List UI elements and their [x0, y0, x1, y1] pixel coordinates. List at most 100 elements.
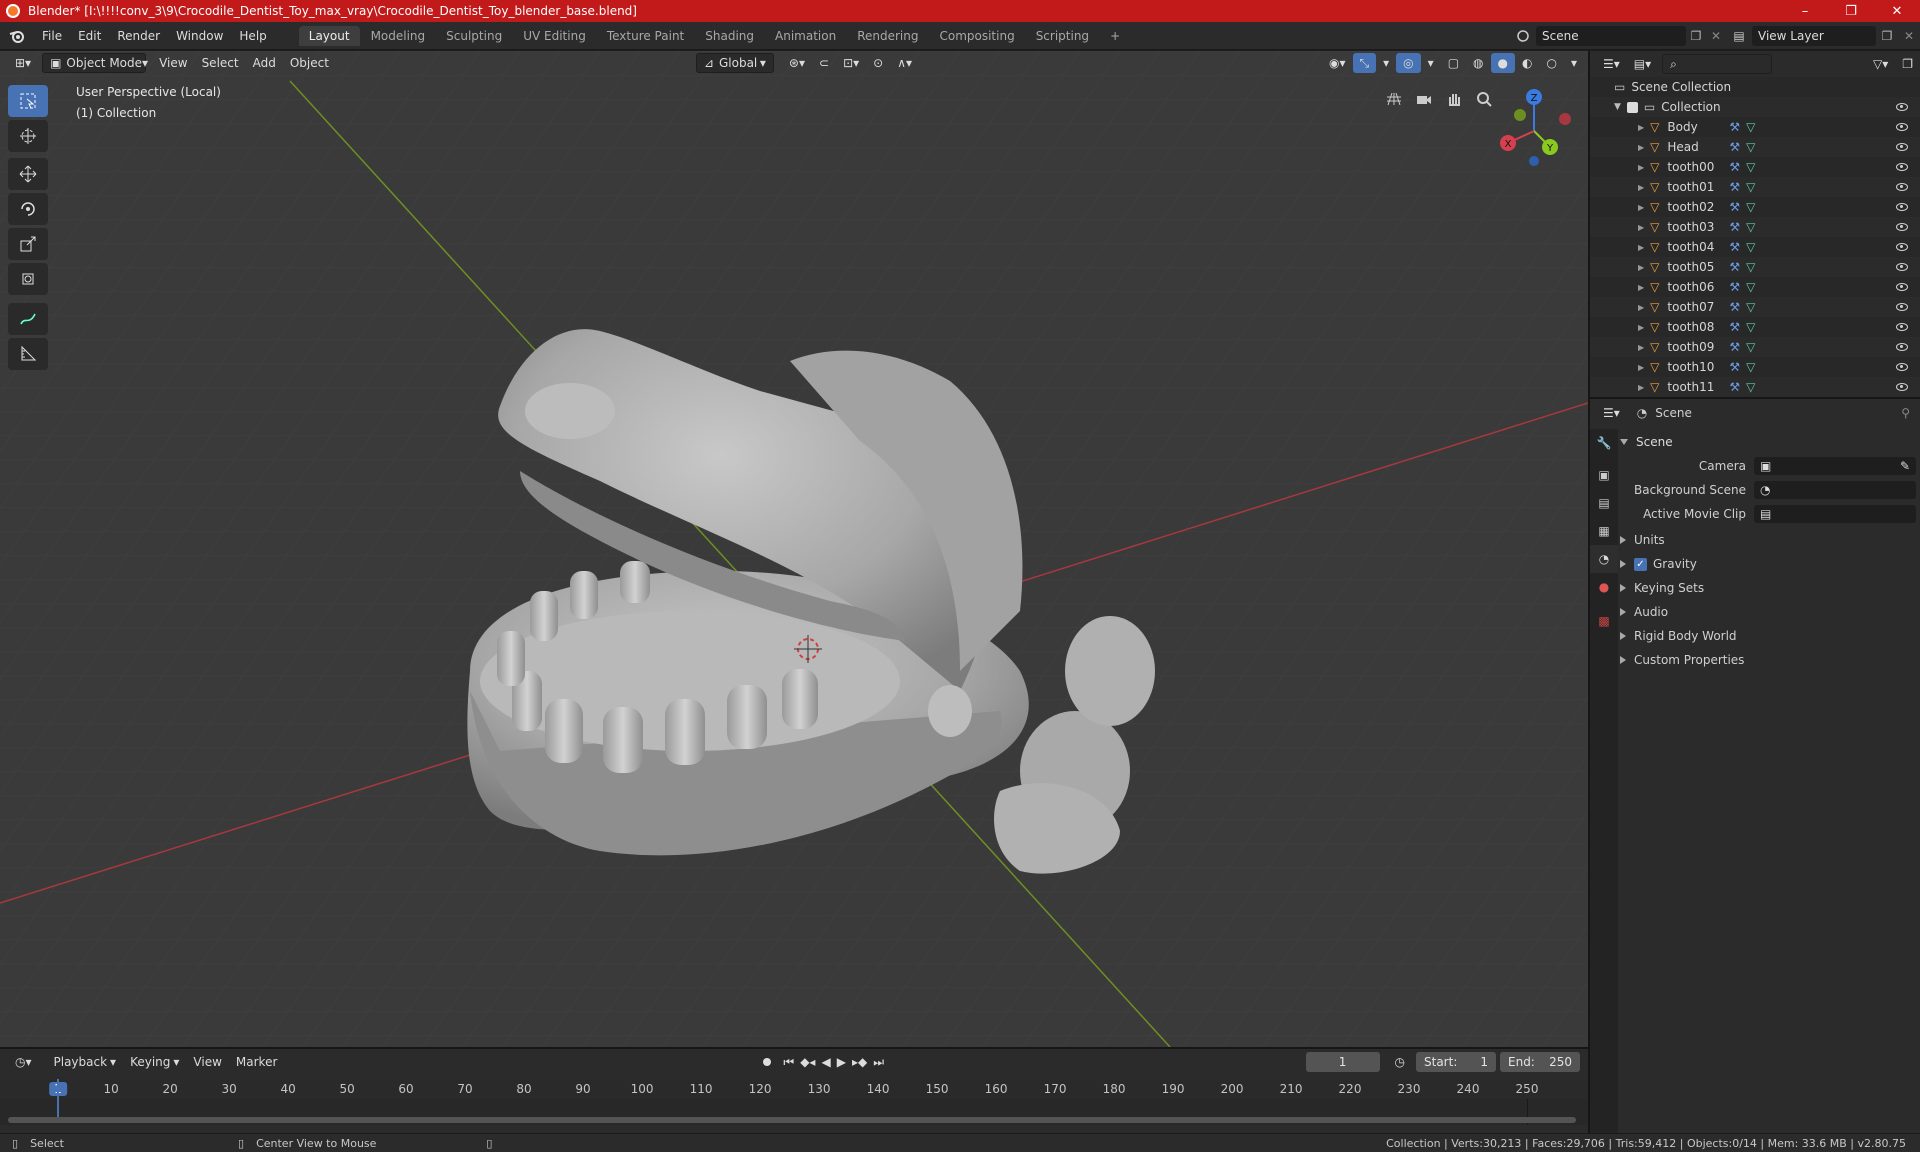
proportional-editing-icon[interactable]: ⊙: [866, 53, 890, 73]
tab-layout[interactable]: Layout: [298, 25, 360, 46]
expand-arrow-icon[interactable]: ▶: [1638, 223, 1644, 232]
start-frame-field[interactable]: Start: 1: [1416, 1052, 1496, 1072]
subpanel-keying-sets[interactable]: Keying Sets: [1620, 577, 1920, 599]
subpanel-audio[interactable]: Audio: [1620, 601, 1920, 623]
gizmo-dropdown-icon[interactable]: ▾: [1376, 53, 1396, 73]
viewport-menu-object[interactable]: Object: [283, 53, 336, 73]
new-scene-icon[interactable]: ❐: [1686, 29, 1706, 43]
rotate-tool-icon[interactable]: [8, 193, 48, 225]
outliner-item-tooth02[interactable]: ▶ ▽ tooth02 ⚒ ▽: [1590, 197, 1920, 217]
shading-dropdown-icon[interactable]: ▾: [1564, 53, 1584, 73]
eye-icon[interactable]: [1896, 243, 1908, 251]
outliner-item-head[interactable]: ▶ ▽ Head ⚒ ▽: [1590, 137, 1920, 157]
properties-editor-type-icon[interactable]: ☰▾: [1596, 403, 1627, 423]
viewport-menu-select[interactable]: Select: [195, 53, 246, 73]
pivot-point-icon[interactable]: ⊛▾: [782, 53, 812, 73]
viewport-menu-view[interactable]: View: [152, 53, 194, 73]
outliner-item-tooth07[interactable]: ▶ ▽ tooth07 ⚒ ▽: [1590, 297, 1920, 317]
navigation-gizmo[interactable]: Z Y X: [1494, 87, 1574, 167]
mesh-data-icon[interactable]: ▽: [1746, 140, 1755, 154]
overlays-dropdown-icon[interactable]: ▾: [1421, 53, 1441, 73]
timeline-body[interactable]: [0, 1079, 1588, 1125]
timeline-menu-marker[interactable]: Marker: [229, 1052, 284, 1072]
subpanel-gravity[interactable]: ✓ Gravity: [1620, 553, 1920, 575]
outliner-item-tooth06[interactable]: ▶ ▽ tooth06 ⚒ ▽: [1590, 277, 1920, 297]
expand-arrow-icon[interactable]: ▶: [1638, 123, 1644, 132]
menu-render[interactable]: Render: [109, 22, 168, 50]
menu-edit[interactable]: Edit: [70, 22, 109, 50]
editor-type-icon[interactable]: ⊞▾: [8, 53, 38, 73]
blender-menu-icon[interactable]: [8, 27, 26, 45]
expand-arrow-icon[interactable]: ▶: [1638, 303, 1644, 312]
mesh-data-icon[interactable]: ▽: [1746, 360, 1755, 374]
menu-file[interactable]: File: [34, 22, 70, 50]
remove-view-layer-icon[interactable]: ✕: [1898, 29, 1920, 43]
subpanel-units[interactable]: Units: [1620, 529, 1920, 551]
expand-arrow-icon[interactable]: ▶: [1638, 163, 1644, 172]
snap-target-icon[interactable]: ⊡▾: [836, 53, 866, 73]
scale-tool-icon[interactable]: [8, 228, 48, 260]
menu-help[interactable]: Help: [231, 22, 274, 50]
mesh-data-icon[interactable]: ▽: [1746, 300, 1755, 314]
expand-arrow-icon[interactable]: ▶: [1638, 243, 1644, 252]
mesh-data-icon[interactable]: ▽: [1746, 260, 1755, 274]
modifier-wrench-icon[interactable]: ⚒: [1729, 140, 1740, 154]
prev-keyframe-icon[interactable]: ◆◂: [797, 1052, 818, 1072]
modifier-wrench-icon[interactable]: ⚒: [1729, 280, 1740, 294]
eye-icon[interactable]: [1896, 223, 1908, 231]
mesh-data-icon[interactable]: ▽: [1746, 240, 1755, 254]
neg-x-axis-icon[interactable]: [1559, 113, 1571, 125]
tab-shading[interactable]: Shading: [695, 26, 764, 46]
new-collection-icon[interactable]: ❐: [1895, 54, 1920, 74]
outliner-item-tooth08[interactable]: ▶ ▽ tooth08 ⚒ ▽: [1590, 317, 1920, 337]
remove-scene-icon[interactable]: ✕: [1706, 29, 1726, 43]
eye-icon[interactable]: [1896, 303, 1908, 311]
outliner-item-tooth00[interactable]: ▶ ▽ tooth00 ⚒ ▽: [1590, 157, 1920, 177]
modifier-wrench-icon[interactable]: ⚒: [1729, 180, 1740, 194]
timeline-editor-type-icon[interactable]: ◷▾: [8, 1052, 39, 1072]
gizmo-toggle-icon[interactable]: ⤡: [1352, 53, 1377, 73]
mesh-data-icon[interactable]: ▽: [1746, 120, 1755, 134]
outliner-item-tooth05[interactable]: ▶ ▽ tooth05 ⚒ ▽: [1590, 257, 1920, 277]
tab-texture-paint[interactable]: Texture Paint: [597, 26, 694, 46]
tab-animation[interactable]: Animation: [765, 26, 846, 46]
visibility-icon[interactable]: ◉▾: [1322, 53, 1353, 73]
timeline-scrollbar[interactable]: [8, 1117, 1576, 1123]
outliner-item-tooth03[interactable]: ▶ ▽ tooth03 ⚒ ▽: [1590, 217, 1920, 237]
eye-icon[interactable]: [1896, 103, 1908, 111]
outliner-item-tooth04[interactable]: ▶ ▽ tooth04 ⚒ ▽: [1590, 237, 1920, 257]
eyedropper-icon[interactable]: ✎: [1900, 459, 1910, 473]
next-keyframe-icon[interactable]: ▸◆: [849, 1052, 870, 1072]
expand-arrow-icon[interactable]: ▶: [1638, 143, 1644, 152]
play-icon[interactable]: ▶: [834, 1052, 849, 1072]
outliner-collection[interactable]: ▼ ▭ Collection: [1590, 97, 1920, 117]
modifier-wrench-icon[interactable]: ⚒: [1729, 340, 1740, 354]
timeline-menu-playback[interactable]: Playback ▾: [47, 1052, 124, 1072]
subpanel-custom-properties[interactable]: Custom Properties: [1620, 649, 1920, 671]
eye-icon[interactable]: [1896, 143, 1908, 151]
tab-sculpting[interactable]: Sculpting: [436, 26, 512, 46]
snap-icon[interactable]: ⊂: [812, 53, 836, 73]
timeline-menu-keying[interactable]: Keying ▾: [123, 1052, 186, 1072]
neg-y-axis-icon[interactable]: [1514, 109, 1526, 121]
eye-icon[interactable]: [1896, 263, 1908, 271]
modifier-wrench-icon[interactable]: ⚒: [1729, 320, 1740, 334]
eye-icon[interactable]: [1896, 383, 1908, 391]
camera-field[interactable]: ▣ ✎: [1754, 457, 1916, 475]
minimize-button[interactable]: –: [1782, 0, 1828, 22]
jump-end-icon[interactable]: ⏭: [870, 1052, 887, 1072]
modifier-wrench-icon[interactable]: ⚒: [1729, 240, 1740, 254]
eye-icon[interactable]: [1896, 283, 1908, 291]
mesh-data-icon[interactable]: ▽: [1746, 180, 1755, 194]
expand-arrow-icon[interactable]: ▶: [1638, 363, 1644, 372]
object-mode-dropdown[interactable]: ▣ Object Mode ▾: [42, 53, 148, 73]
expand-arrow-icon[interactable]: ▶: [1638, 383, 1644, 392]
modifier-wrench-icon[interactable]: ⚒: [1729, 260, 1740, 274]
timeline-menu-view[interactable]: View: [186, 1052, 228, 1072]
texture-tab-icon[interactable]: ▩: [1590, 607, 1618, 635]
maximize-button[interactable]: ❐: [1828, 0, 1874, 22]
mesh-data-icon[interactable]: ▽: [1746, 200, 1755, 214]
modifier-wrench-icon[interactable]: ⚒: [1729, 160, 1740, 174]
measure-tool-icon[interactable]: [8, 338, 48, 370]
modifier-wrench-icon[interactable]: ⚒: [1729, 120, 1740, 134]
